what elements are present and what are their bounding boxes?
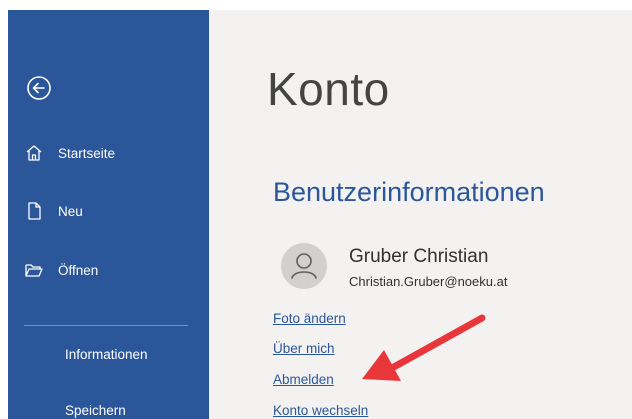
home-icon <box>24 143 44 163</box>
sidebar-divider <box>24 325 188 326</box>
sidebar-item-speichern[interactable]: Speichern <box>65 403 126 418</box>
sign-out-link[interactable]: Abmelden <box>273 372 334 387</box>
switch-account-link[interactable]: Konto wechseln <box>273 403 368 418</box>
open-folder-icon <box>24 260 44 280</box>
sidebar-item-oeffnen[interactable]: Öffnen <box>24 260 98 280</box>
sidebar-item-label: Öffnen <box>58 262 99 278</box>
about-me-link[interactable]: Über mich <box>273 341 335 356</box>
sidebar-item-label: Startseite <box>58 145 116 161</box>
avatar <box>281 243 327 289</box>
back-arrow-circle-icon[interactable] <box>26 75 52 101</box>
change-photo-link[interactable]: Foto ändern <box>273 311 346 326</box>
sidebar-item-informationen[interactable]: Informationen <box>65 347 148 362</box>
person-icon <box>291 253 317 279</box>
sidebar: Startseite Neu Öffnen Informationen Spei… <box>8 10 209 419</box>
sidebar-item-label: Neu <box>58 203 83 219</box>
user-email: Christian.Gruber@noeku.at <box>349 274 508 289</box>
user-name: Gruber Christian <box>349 246 489 267</box>
sidebar-item-startseite[interactable]: Startseite <box>24 143 115 163</box>
new-document-icon <box>24 201 44 221</box>
main-content: Konto Benutzerinformationen Gruber Chris… <box>209 10 632 419</box>
page-title: Konto <box>267 63 390 115</box>
section-title-user-info: Benutzerinformationen <box>273 177 545 207</box>
sidebar-item-neu[interactable]: Neu <box>24 201 83 221</box>
